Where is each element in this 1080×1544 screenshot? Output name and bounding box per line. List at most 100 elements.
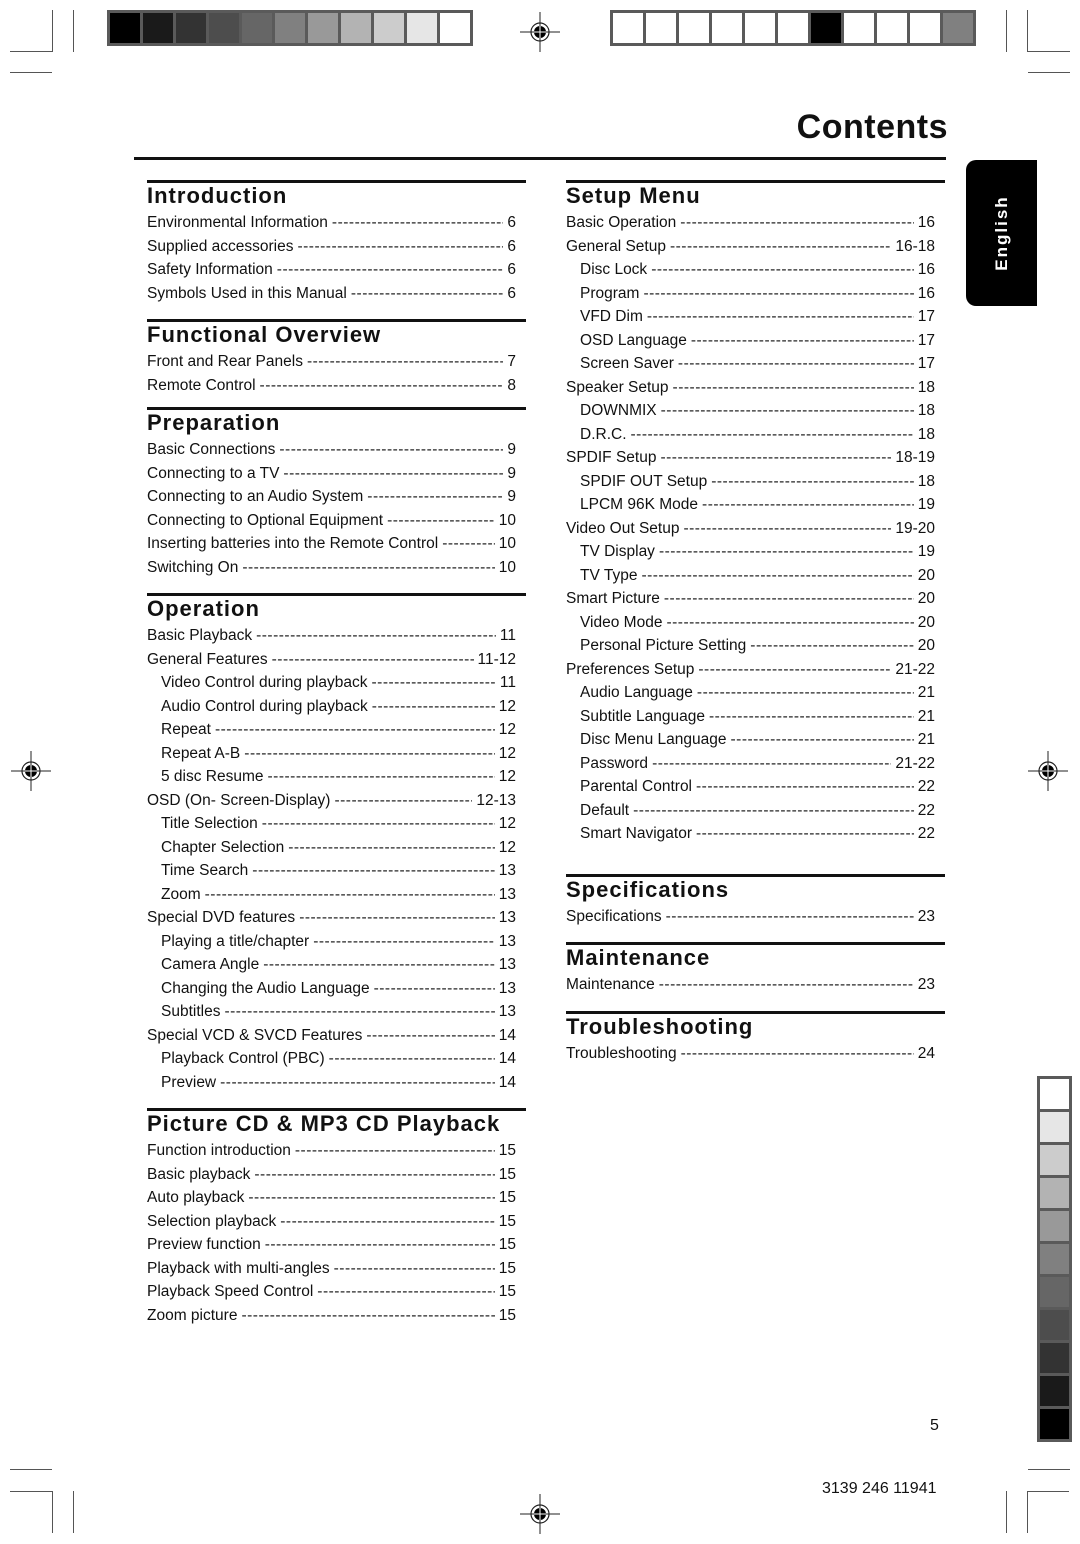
toc-entry[interactable]: Switching On 10 (147, 556, 516, 580)
toc-subentry[interactable]: TV Type 20 (566, 564, 935, 588)
toc-subentry[interactable]: 5 disc Resume 12 (147, 765, 516, 789)
dot-leader (372, 695, 495, 719)
toc-subentry[interactable]: SPDIF OUT Setup 18 (566, 470, 935, 494)
toc-subentry[interactable]: Playing a title/chapter 13 (147, 930, 516, 954)
color-swatch (1040, 1343, 1069, 1373)
toc-subentry[interactable]: Program 16 (566, 282, 935, 306)
entry-page-number: 15 (498, 1142, 516, 1159)
entry-label: Troubleshooting (566, 1044, 677, 1062)
toc-entry[interactable]: General Setup 16-18 (566, 235, 935, 259)
toc-entry[interactable]: Front and Rear Panels 7 (147, 350, 516, 374)
toc-entry[interactable]: Safety Information 6 (147, 258, 516, 282)
toc-subentry[interactable]: Screen Saver 17 (566, 352, 935, 376)
toc-entry[interactable]: Supplied accessories 6 (147, 235, 516, 259)
toc-subentry[interactable]: Parental Control 22 (566, 775, 935, 799)
crop-mark (1028, 51, 1070, 52)
toc-entry[interactable]: Basic Playback 11 (147, 624, 516, 648)
toc-entry[interactable]: Speaker Setup 18 (566, 376, 935, 400)
toc-subentry[interactable]: Disc Lock 16 (566, 258, 935, 282)
entry-label: Specifications (566, 907, 662, 925)
toc-entry[interactable]: OSD (On- Screen-Display) 12-13 (147, 789, 516, 813)
dot-leader (711, 470, 914, 494)
toc-entry[interactable]: Preview function 15 (147, 1233, 516, 1257)
entry-page-number: 20 (917, 566, 935, 584)
toc-entry[interactable]: Connecting to Optional Equipment 10 (147, 509, 516, 533)
entry-page-number: 15 (498, 1259, 516, 1277)
toc-subentry[interactable]: Title Selection 12 (147, 812, 516, 836)
toc-subentry[interactable]: VFD Dim 17 (566, 305, 935, 329)
entry-label: Remote Control (147, 376, 256, 394)
toc-entry[interactable]: Special DVD features 13 (147, 906, 516, 930)
toc-entry[interactable]: Basic Connections 9 (147, 438, 516, 462)
toc-subentry[interactable]: Password 21-22 (566, 752, 935, 776)
toc-entry[interactable]: Specifications 23 (566, 905, 935, 929)
entry-label: Playback with multi-angles (147, 1259, 330, 1277)
toc-entry[interactable]: SPDIF Setup 18-19 (566, 446, 935, 470)
toc-entry[interactable]: Remote Control 8 (147, 374, 516, 398)
toc-entry[interactable]: Selection playback 15 (147, 1210, 516, 1234)
toc-entry[interactable]: Zoom picture 15 (147, 1304, 516, 1328)
toc-subentry[interactable]: Video Control during playback 11 (147, 671, 516, 695)
toc-entry[interactable]: Preferences Setup 21-22 (566, 658, 935, 682)
color-swatch (1040, 1145, 1069, 1175)
toc-subentry[interactable]: Time Search 13 (147, 859, 516, 883)
toc-subentry[interactable]: Camera Angle 13 (147, 953, 516, 977)
toc-entry[interactable]: Function introduction 15 (147, 1139, 516, 1163)
toc-subentry[interactable]: Smart Navigator 22 (566, 822, 935, 846)
entry-page-number: 24 (917, 1044, 935, 1062)
toc-entry[interactable]: Environmental Information 6 (147, 211, 516, 235)
crop-mark (1028, 1469, 1070, 1470)
toc-subentry[interactable]: Chapter Selection 12 (147, 836, 516, 860)
toc-entry[interactable]: Connecting to an Audio System 9 (147, 485, 516, 509)
entry-page-number: 21-22 (895, 754, 935, 772)
dot-leader (295, 1139, 495, 1163)
toc-subentry[interactable]: Video Mode 20 (566, 611, 935, 635)
toc-entry[interactable]: Inserting batteries into the Remote Cont… (147, 532, 516, 556)
toc-entry[interactable]: Auto playback 15 (147, 1186, 516, 1210)
toc-entry[interactable]: General Features 11-12 (147, 648, 516, 672)
toc-subentry[interactable]: Repeat 12 (147, 718, 516, 742)
toc-entry[interactable]: Connecting to a TV 9 (147, 462, 516, 486)
toc-entry[interactable]: Symbols Used in this Manual 6 (147, 282, 516, 306)
toc-entry[interactable]: Special VCD & SVCD Features 14 (147, 1024, 516, 1048)
color-swatch (844, 13, 874, 43)
color-block-bar (610, 10, 976, 46)
entry-page-number: 19 (917, 543, 935, 560)
toc-subentry[interactable]: LPCM 96K Mode 19 (566, 493, 935, 517)
toc-entry[interactable]: Smart Picture 20 (566, 587, 935, 611)
toc-subentry[interactable]: Zoom 13 (147, 883, 516, 907)
toc-entry[interactable]: Troubleshooting 24 (566, 1042, 935, 1066)
dot-leader (297, 235, 503, 259)
toc-subentry[interactable]: DOWNMIX 18 (566, 399, 935, 423)
entry-label: Basic Playback (147, 627, 253, 644)
color-swatch (1040, 1244, 1069, 1274)
toc-entry[interactable]: Basic Operation 16 (566, 211, 935, 235)
toc-subentry[interactable]: Preview 14 (147, 1071, 516, 1095)
toc-entry[interactable]: Maintenance 23 (566, 973, 935, 997)
toc-subentry[interactable]: Audio Control during playback 12 (147, 695, 516, 719)
toc-subentry[interactable]: Playback Control (PBC) 14 (147, 1047, 516, 1071)
section-header: Introduction (147, 180, 526, 209)
dot-leader (651, 258, 914, 282)
toc-subentry[interactable]: Subtitles 13 (147, 1000, 516, 1024)
toc-subentry[interactable]: Subtitle Language 21 (566, 705, 935, 729)
toc-entry[interactable]: Basic playback 15 (147, 1163, 516, 1187)
entry-label: Time Search (161, 862, 249, 879)
entry-page-number: 12 (498, 838, 516, 856)
toc-subentry[interactable]: Default 22 (566, 799, 935, 823)
entry-label: Playing a title/chapter (161, 932, 310, 950)
toc-subentry[interactable]: TV Display 19 (566, 540, 935, 564)
toc-subentry[interactable]: Repeat A-B 12 (147, 742, 516, 766)
toc-entry[interactable]: Playback with multi-angles 15 (147, 1257, 516, 1281)
dot-leader (666, 611, 913, 635)
toc-subentry[interactable]: Personal Picture Setting 20 (566, 634, 935, 658)
toc-entry[interactable]: Video Out Setup 19-20 (566, 517, 935, 541)
toc-subentry[interactable]: Changing the Audio Language 13 (147, 977, 516, 1001)
toc-subentry[interactable]: D.R.C. 18 (566, 423, 935, 447)
toc-entry[interactable]: Playback Speed Control 15 (147, 1280, 516, 1304)
entry-page-number: 23 (917, 976, 935, 993)
section-title: Preparation (147, 410, 281, 435)
toc-subentry[interactable]: OSD Language 17 (566, 329, 935, 353)
toc-subentry[interactable]: Disc Menu Language 21 (566, 728, 935, 752)
toc-subentry[interactable]: Audio Language 21 (566, 681, 935, 705)
